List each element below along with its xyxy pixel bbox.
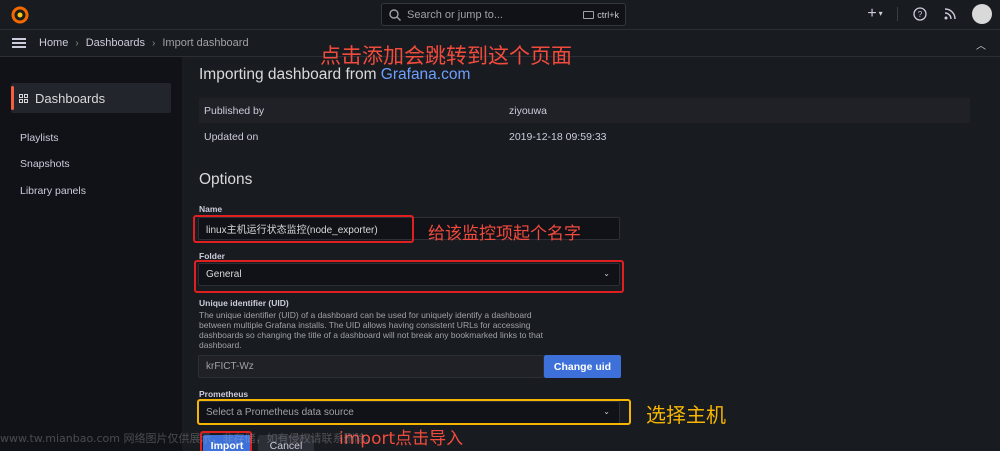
watermark: www.tw.mianbao.com 网络图片仅供展示，非存储，如有侵权请联系删… bbox=[0, 432, 377, 445]
uid-input: krFICT-Wz bbox=[198, 355, 544, 378]
info-key: Published by bbox=[204, 104, 265, 117]
top-right-actions: + ▾ ? bbox=[867, 4, 992, 24]
help-icon[interactable]: ? bbox=[912, 6, 928, 22]
name-label: Name bbox=[199, 204, 223, 214]
table-row: Published by ziyouwa bbox=[199, 98, 970, 124]
annotation-box-folder bbox=[194, 260, 624, 293]
annotation-box-prometheus bbox=[197, 399, 631, 425]
chevron-up-icon[interactable]: ︿ bbox=[976, 37, 986, 52]
breadcrumb-current: Import dashboard bbox=[162, 37, 249, 49]
info-key: Updated on bbox=[204, 130, 259, 143]
info-value: ziyouwa bbox=[509, 104, 547, 117]
search-bar[interactable]: Search or jump to... ctrl+k bbox=[381, 3, 626, 26]
sidebar-item-library-panels[interactable]: Library panels bbox=[20, 185, 86, 197]
keyboard-shortcut: ctrl+k bbox=[583, 10, 619, 20]
uid-label: Unique identifier (UID) bbox=[199, 298, 289, 308]
svg-text:?: ? bbox=[918, 10, 923, 19]
uid-help-text: The unique identifier (UID) of a dashboa… bbox=[199, 310, 543, 350]
table-row: Updated on 2019-12-18 09:59:33 bbox=[199, 124, 970, 150]
chevron-right-icon: › bbox=[152, 37, 156, 49]
breadcrumb-home[interactable]: Home bbox=[39, 37, 68, 49]
breadcrumb-dashboards[interactable]: Dashboards bbox=[86, 37, 145, 49]
chevron-right-icon: › bbox=[75, 37, 79, 49]
sidebar: Dashboards Playlists Snapshots Library p… bbox=[0, 57, 182, 451]
top-navbar: Search or jump to... ctrl+k + ▾ ? bbox=[0, 0, 1000, 30]
prometheus-label: Prometheus bbox=[199, 389, 249, 399]
search-placeholder: Search or jump to... bbox=[407, 8, 503, 21]
grafana-logo-icon[interactable] bbox=[10, 5, 30, 25]
annotation-name-note: 给该监控项起个名字 bbox=[428, 224, 581, 244]
options-heading: Options bbox=[199, 171, 253, 188]
user-avatar[interactable] bbox=[972, 4, 992, 24]
annotation-box-name bbox=[193, 215, 414, 243]
sidebar-item-snapshots[interactable]: Snapshots bbox=[20, 158, 70, 170]
info-value: 2019-12-18 09:59:33 bbox=[509, 130, 607, 143]
sidebar-active-label: Dashboards bbox=[35, 90, 106, 106]
rss-icon[interactable] bbox=[942, 6, 958, 22]
menu-toggle-icon[interactable] bbox=[12, 38, 26, 48]
keyboard-icon bbox=[583, 10, 595, 19]
import-dashboard-panel: Importing dashboard from Grafana.com Pub… bbox=[182, 57, 1000, 451]
plus-icon: + bbox=[867, 5, 877, 22]
divider bbox=[897, 7, 898, 21]
annotation-page-note: 点击添加会跳转到这个页面 bbox=[320, 44, 572, 68]
sidebar-item-playlists[interactable]: Playlists bbox=[20, 132, 59, 144]
dashboard-info-table: Published by ziyouwa Updated on 2019-12-… bbox=[199, 98, 970, 150]
search-icon bbox=[389, 8, 401, 21]
annotation-host-note: 选择主机 bbox=[646, 403, 726, 427]
apps-icon bbox=[19, 93, 28, 103]
change-uid-button[interactable]: Change uid bbox=[544, 355, 621, 378]
chevron-down-icon: ▾ bbox=[878, 9, 883, 18]
add-new-button[interactable]: + ▾ bbox=[867, 6, 883, 22]
sidebar-item-dashboards[interactable]: Dashboards bbox=[11, 83, 171, 113]
